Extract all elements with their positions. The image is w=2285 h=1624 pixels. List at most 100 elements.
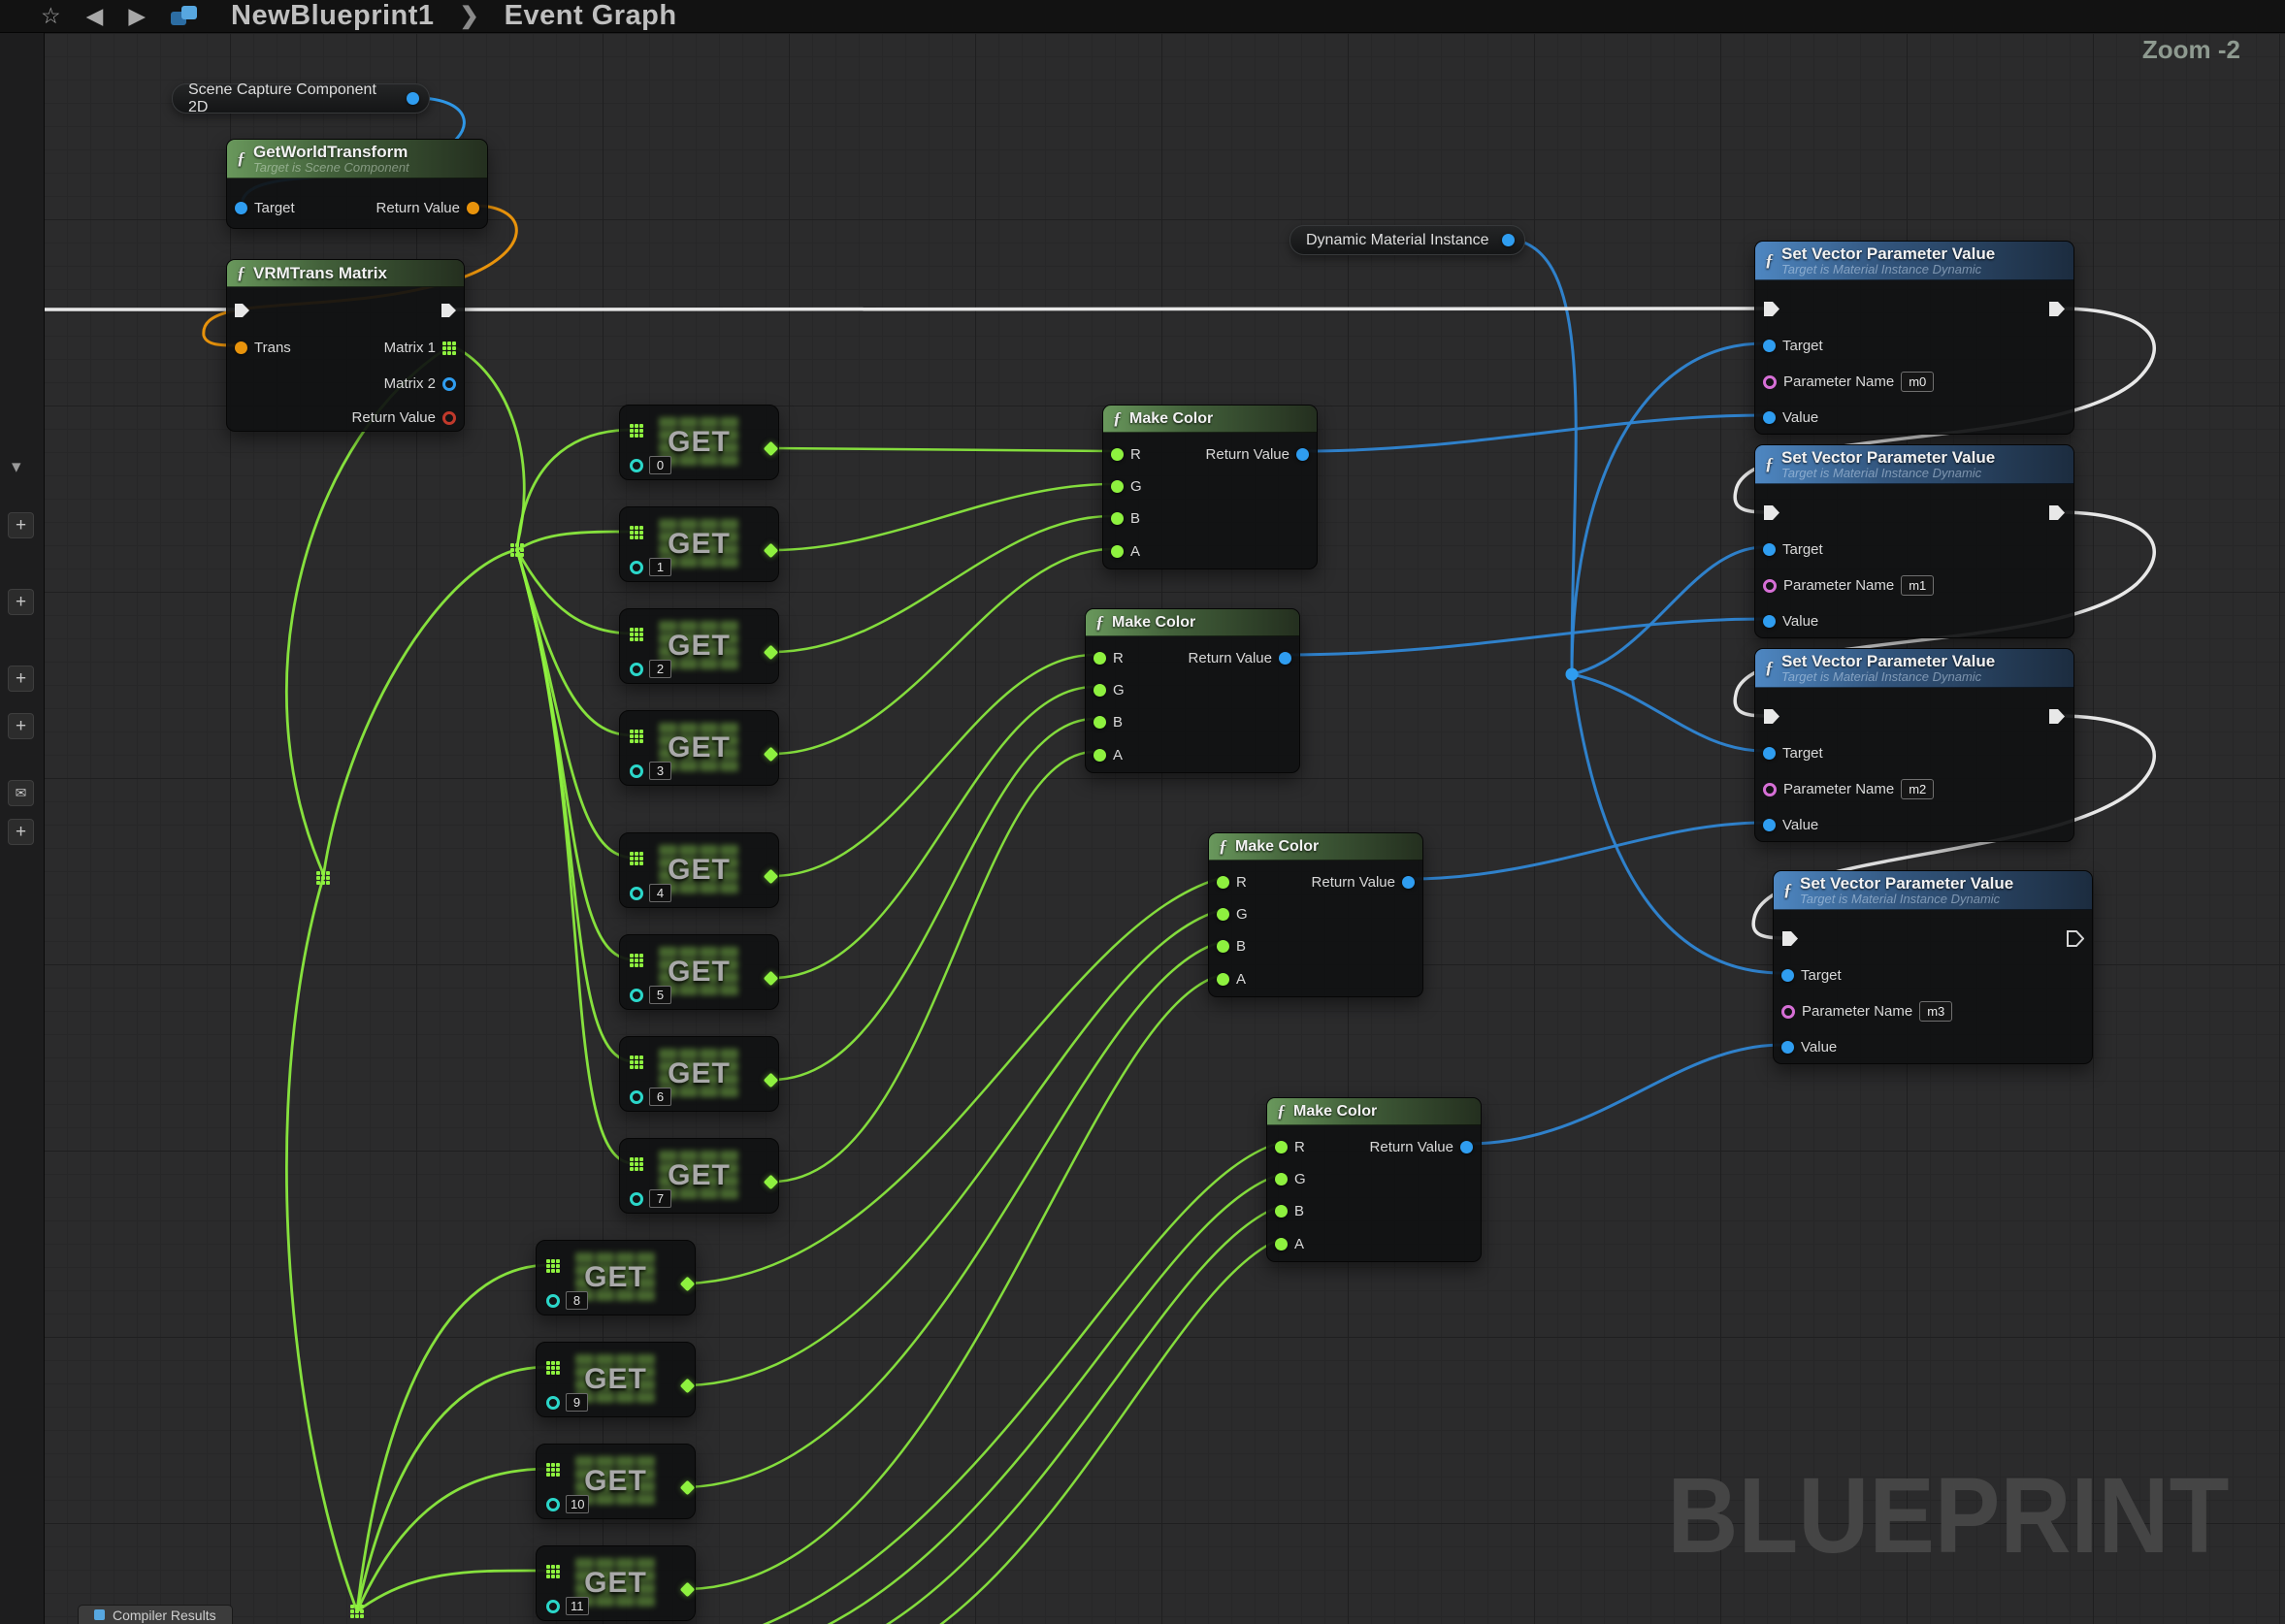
index-value[interactable]: 5 xyxy=(649,986,671,1004)
a-input-pin[interactable] xyxy=(1275,1238,1288,1250)
parameter-name-input-pin[interactable] xyxy=(1763,783,1777,796)
index-value[interactable]: 2 xyxy=(649,660,671,678)
index-value[interactable]: 1 xyxy=(649,558,671,576)
value-input-pin[interactable] xyxy=(1763,411,1776,424)
index-input-pin[interactable] xyxy=(630,1090,643,1104)
return-value-output-pin[interactable] xyxy=(442,411,456,425)
exec-output-pin[interactable] xyxy=(2048,504,2066,521)
node-dynamic-material-instance[interactable]: Dynamic Material Instance xyxy=(1289,225,1525,255)
add-button[interactable]: + xyxy=(8,666,34,692)
parameter-name-value[interactable]: m0 xyxy=(1901,372,1934,392)
target-input-pin[interactable] xyxy=(1763,543,1776,556)
node-scene-capture-component[interactable]: Scene Capture Component 2D xyxy=(172,83,430,114)
g-input-pin[interactable] xyxy=(1217,908,1229,921)
parameter-name-input-pin[interactable] xyxy=(1763,375,1777,389)
exec-input-pin[interactable] xyxy=(1763,301,1780,317)
exec-input-pin[interactable] xyxy=(1763,708,1780,725)
object-output-pin[interactable] xyxy=(1502,234,1515,246)
array-reroute-node[interactable] xyxy=(510,543,514,547)
node-array-get-9[interactable]: GET9 xyxy=(536,1342,696,1417)
node-array-get-1[interactable]: GET1 xyxy=(619,506,779,582)
node-set-vector-parameter-1[interactable]: ƒSet Vector Parameter ValueTarget is Mat… xyxy=(1754,444,2074,638)
favorite-star-icon[interactable]: ☆ xyxy=(41,5,61,27)
exec-output-pin[interactable] xyxy=(2048,708,2066,725)
exec-input-pin[interactable] xyxy=(234,303,250,318)
index-input-pin[interactable] xyxy=(630,459,643,472)
parameter-name-input-pin[interactable] xyxy=(1781,1005,1795,1019)
chevron-down-icon[interactable]: ▾ xyxy=(12,456,21,478)
node-make-color-2[interactable]: ƒMake Color R G B A Return Value xyxy=(1208,832,1423,997)
node-array-get-11[interactable]: GET11 xyxy=(536,1545,696,1621)
array-reroute-node[interactable] xyxy=(350,1605,354,1608)
return-value-output-pin[interactable] xyxy=(1296,448,1309,461)
node-make-color-1[interactable]: ƒMake Color R G B A Return Value xyxy=(1085,608,1300,773)
index-input-pin[interactable] xyxy=(630,989,643,1002)
exec-output-pin[interactable] xyxy=(2048,301,2066,317)
index-value[interactable]: 9 xyxy=(566,1393,588,1412)
return-value-output-pin[interactable] xyxy=(1402,876,1415,889)
index-value[interactable]: 6 xyxy=(649,1088,671,1106)
target-input-pin[interactable] xyxy=(1763,340,1776,352)
value-input-pin[interactable] xyxy=(1781,1041,1794,1054)
matrix2-output-pin[interactable] xyxy=(442,377,456,391)
add-button[interactable]: + xyxy=(8,819,34,845)
node-array-get-6[interactable]: GET6 xyxy=(619,1036,779,1112)
compiler-results-tab[interactable]: Compiler Results xyxy=(78,1605,233,1624)
index-input-pin[interactable] xyxy=(630,561,643,574)
r-input-pin[interactable] xyxy=(1217,876,1229,889)
target-input-pin[interactable] xyxy=(1763,747,1776,760)
r-input-pin[interactable] xyxy=(1111,448,1124,461)
parameter-name-value[interactable]: m2 xyxy=(1901,779,1934,799)
index-input-pin[interactable] xyxy=(630,887,643,900)
parameter-name-input-pin[interactable] xyxy=(1763,579,1777,593)
node-get-world-transform[interactable]: ƒ GetWorldTransform Target is Scene Comp… xyxy=(226,139,488,229)
return-value-output-pin[interactable] xyxy=(1279,652,1291,665)
add-button[interactable]: + xyxy=(8,713,34,739)
forward-icon[interactable]: ▶ xyxy=(128,5,146,27)
node-array-get-4[interactable]: GET4 xyxy=(619,832,779,908)
node-array-get-0[interactable]: GET0 xyxy=(619,405,779,480)
value-input-pin[interactable] xyxy=(1763,615,1776,628)
node-array-get-3[interactable]: GET3 xyxy=(619,710,779,786)
object-output-pin[interactable] xyxy=(407,92,419,105)
g-input-pin[interactable] xyxy=(1094,684,1106,697)
matrix1-array-output-pin[interactable] xyxy=(442,341,456,355)
target-input-pin[interactable] xyxy=(235,202,247,214)
index-value[interactable]: 4 xyxy=(649,884,671,902)
parameter-name-value[interactable]: m1 xyxy=(1901,575,1934,596)
a-input-pin[interactable] xyxy=(1094,749,1106,762)
node-set-vector-parameter-0[interactable]: ƒSet Vector Parameter ValueTarget is Mat… xyxy=(1754,241,2074,435)
mail-icon[interactable]: ✉ xyxy=(8,780,34,806)
trans-input-pin[interactable] xyxy=(235,341,247,354)
node-array-get-2[interactable]: GET2 xyxy=(619,608,779,684)
b-input-pin[interactable] xyxy=(1275,1205,1288,1218)
index-value[interactable]: 3 xyxy=(649,762,671,780)
node-array-get-10[interactable]: GET10 xyxy=(536,1444,696,1519)
index-value[interactable]: 7 xyxy=(649,1189,671,1208)
array-reroute-node[interactable] xyxy=(316,871,320,875)
return-value-output-pin[interactable] xyxy=(1460,1141,1473,1153)
index-value[interactable]: 0 xyxy=(649,456,671,474)
exec-output-pin[interactable] xyxy=(441,303,457,318)
add-button[interactable]: + xyxy=(8,512,34,538)
index-value[interactable]: 10 xyxy=(566,1495,589,1513)
index-input-pin[interactable] xyxy=(546,1396,560,1410)
node-set-vector-parameter-3[interactable]: ƒSet Vector Parameter ValueTarget is Mat… xyxy=(1773,870,2093,1064)
exec-output-pin[interactable] xyxy=(2067,930,2084,947)
back-icon[interactable]: ◀ xyxy=(86,5,104,27)
node-array-get-5[interactable]: GET5 xyxy=(619,934,779,1010)
node-array-get-8[interactable]: GET8 xyxy=(536,1240,696,1315)
a-input-pin[interactable] xyxy=(1111,545,1124,558)
index-input-pin[interactable] xyxy=(546,1600,560,1613)
node-array-get-7[interactable]: GET7 xyxy=(619,1138,779,1214)
target-input-pin[interactable] xyxy=(1781,969,1794,982)
breadcrumb-blueprint-name[interactable]: NewBlueprint1 xyxy=(231,0,435,32)
node-vrmtrans-matrix[interactable]: ƒ VRMTrans Matrix Trans Matrix 1 Matrix … xyxy=(226,259,465,432)
exec-input-pin[interactable] xyxy=(1781,930,1799,947)
b-input-pin[interactable] xyxy=(1094,716,1106,729)
r-input-pin[interactable] xyxy=(1275,1141,1288,1153)
return-value-output-pin[interactable] xyxy=(467,202,479,214)
node-make-color-3[interactable]: ƒMake Color R G B A Return Value xyxy=(1266,1097,1482,1262)
a-input-pin[interactable] xyxy=(1217,973,1229,986)
breadcrumb-event-graph[interactable]: Event Graph xyxy=(505,0,677,32)
